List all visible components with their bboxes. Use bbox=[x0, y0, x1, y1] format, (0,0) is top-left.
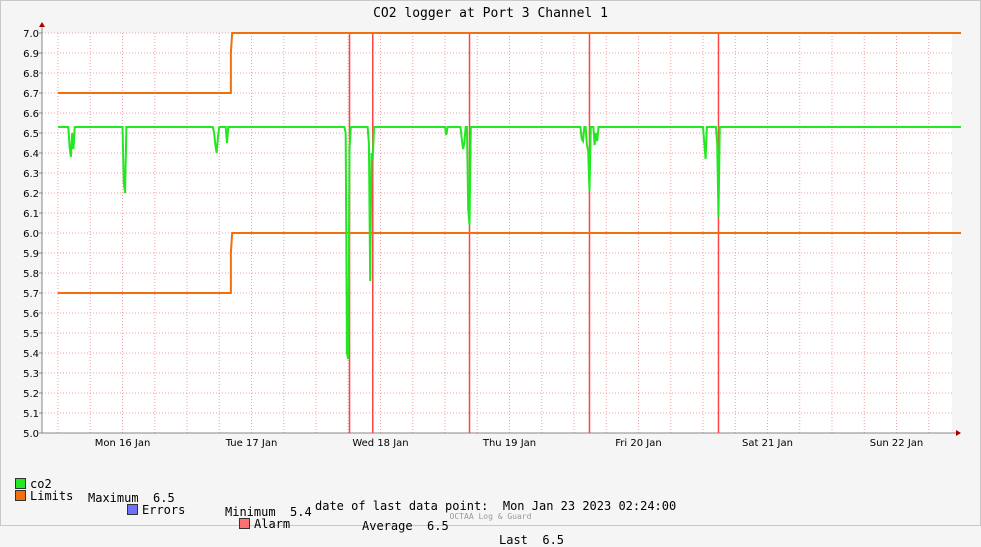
y-tick-label: 6.1 bbox=[23, 209, 39, 220]
watermark: OCTAA Log & Guard bbox=[449, 512, 532, 521]
x-tick-label: Sat 21 Jan bbox=[742, 438, 793, 449]
limits-swatch bbox=[15, 490, 26, 501]
y-tick-label: 5.8 bbox=[23, 269, 39, 280]
y-tick-label: 5.6 bbox=[23, 309, 39, 320]
y-tick-label: 5.4 bbox=[23, 349, 39, 360]
y-tick-label: 5.5 bbox=[23, 329, 39, 340]
y-tick-label: 5.7 bbox=[23, 289, 39, 300]
legend-row-series: Limits Errors Alarm bbox=[15, 475, 290, 531]
x-tick-label: Sun 22 Jan bbox=[870, 438, 924, 449]
y-tick-label: 6.3 bbox=[23, 169, 39, 180]
stat-average: Average 6.5 bbox=[362, 519, 449, 533]
x-tick-label: Wed 18 Jan bbox=[352, 438, 408, 449]
y-tick-label: 6.6 bbox=[23, 109, 39, 120]
x-tick-label: Tue 17 Jan bbox=[225, 438, 278, 449]
y-tick-label: 6.2 bbox=[23, 189, 39, 200]
y-tick-label: 5.0 bbox=[23, 429, 39, 440]
y-tick-label: 6.8 bbox=[23, 69, 39, 80]
y-tick-label: 6.0 bbox=[23, 229, 39, 240]
y-tick-label: 7.0 bbox=[23, 29, 39, 40]
legend-limits: Limits bbox=[15, 489, 73, 503]
y-tick-label: 5.2 bbox=[23, 389, 39, 400]
y-tick-label: 6.9 bbox=[23, 49, 39, 60]
last-data-point: date of last data point: Mon Jan 23 2023… bbox=[315, 499, 677, 513]
y-tick-label: 6.7 bbox=[23, 89, 39, 100]
y-tick-label: 5.3 bbox=[23, 369, 39, 380]
x-tick-label: Fri 20 Jan bbox=[615, 438, 661, 449]
x-axis-arrow bbox=[956, 430, 961, 436]
y-tick-label: 5.1 bbox=[23, 409, 39, 420]
chart-plot: 5.0 5.1 5.2 5.3 5.4 5.5 5.6 5.7 5.8 5.9 6.0 6.1 6.2 6… bbox=[23, 22, 961, 449]
y-tick-label: 5.9 bbox=[23, 249, 39, 260]
y-tick-label: 6.5 bbox=[23, 129, 39, 140]
stat-last: Last 6.5 bbox=[499, 533, 565, 547]
y-axis-arrow bbox=[39, 22, 45, 27]
x-tick-label: Thu 19 Jan bbox=[482, 438, 536, 449]
y-tick-label: 6.4 bbox=[23, 149, 39, 160]
x-tick-label: Mon 16 Jan bbox=[95, 438, 151, 449]
